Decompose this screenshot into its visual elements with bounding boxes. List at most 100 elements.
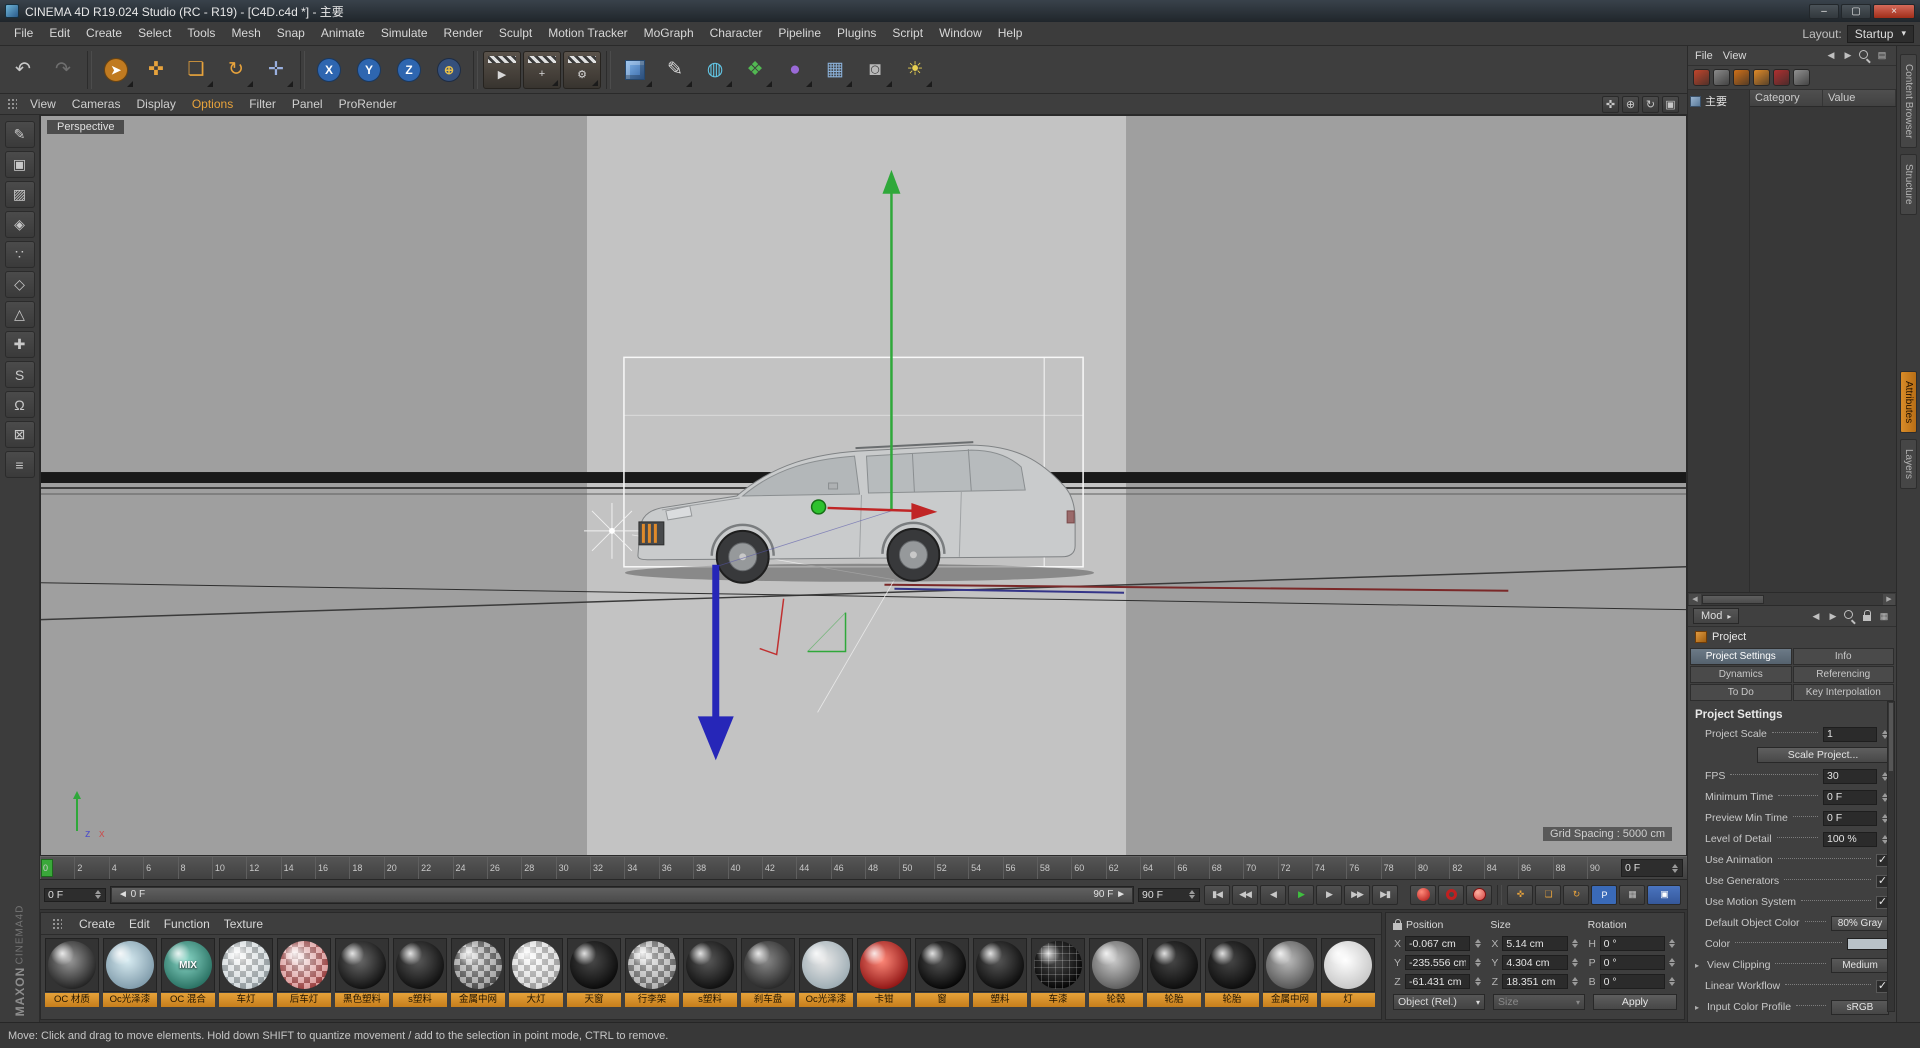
mode-dropdown[interactable]: Mod ▸ — [1693, 608, 1740, 624]
timeline-frame-6[interactable]: 6 — [143, 857, 177, 879]
stepper-icon[interactable] — [1668, 977, 1677, 986]
coord-field-size-x[interactable]: 5.14 cm — [1502, 936, 1568, 951]
viewport-menu-cameras[interactable]: Cameras — [64, 97, 129, 111]
viewport-canvas[interactable] — [41, 116, 1686, 855]
apply-button[interactable]: Apply — [1593, 994, 1677, 1010]
objects-icon[interactable] — [1693, 69, 1710, 86]
material-item[interactable]: 天窗 — [567, 938, 622, 1007]
timeline-frame-76[interactable]: 76 — [1346, 857, 1380, 879]
timeline-frame-52[interactable]: 52 — [933, 857, 968, 879]
stepper-icon[interactable] — [1571, 958, 1580, 967]
vertical-scrollbar[interactable] — [1887, 701, 1895, 1012]
enable-snap-button[interactable]: Ω — [4, 391, 35, 418]
coord-field-position-y[interactable]: -235.556 cm — [1405, 955, 1471, 970]
stepper-icon[interactable] — [1668, 958, 1677, 967]
material-item[interactable]: 灯 — [1321, 938, 1376, 1007]
timeline-frame-88[interactable]: 88 — [1552, 857, 1587, 879]
tags-icon[interactable] — [1713, 69, 1730, 86]
lock-icon[interactable] — [1860, 609, 1874, 623]
minimize-button[interactable]: – — [1809, 3, 1839, 19]
field-level-of-detail[interactable]: 100 % — [1823, 831, 1877, 847]
timeline-frame-42[interactable]: 42 — [761, 857, 796, 879]
next-key-button[interactable]: ▶▶ — [1344, 884, 1370, 905]
menu-item-character[interactable]: Character — [702, 22, 771, 45]
timeline-frame-56[interactable]: 56 — [1002, 857, 1037, 879]
timeline-frame-8[interactable]: 8 — [177, 857, 212, 879]
timeline-frame-18[interactable]: 18 — [349, 857, 383, 879]
coord-field-rotation-p[interactable]: 0 ° — [1599, 955, 1665, 970]
material-item[interactable]: 卡钳 — [857, 938, 912, 1007]
enable-axis-button[interactable]: ✚ — [4, 331, 35, 358]
panel-handle-icon[interactable] — [52, 917, 62, 930]
layout-grid-icon[interactable]: ▦ — [1877, 609, 1891, 623]
column-header-value[interactable]: Value — [1823, 90, 1896, 106]
view-menu[interactable]: View — [1723, 50, 1747, 62]
material-item[interactable]: 金属中网 — [451, 938, 506, 1007]
polygons-mode-button[interactable]: △ — [4, 301, 35, 328]
go-to-end-button[interactable]: ▶▮ — [1372, 884, 1398, 905]
viewport-maximize-icon[interactable]: ▣ — [1662, 95, 1679, 113]
stepper-icon[interactable] — [1473, 958, 1482, 967]
timeline-frame-30[interactable]: 30 — [555, 857, 590, 879]
material-item[interactable]: 后车灯 — [277, 938, 332, 1007]
timeline-frame-0[interactable]: 0 — [40, 857, 74, 879]
settings-icon[interactable] — [1793, 69, 1810, 86]
bookmarks-icon[interactable] — [1753, 69, 1770, 86]
lock-z-axis-button[interactable]: Z — [390, 51, 428, 89]
record-parameter-toggle[interactable]: P — [1591, 884, 1617, 905]
add-generator-button[interactable]: ❖ — [736, 51, 774, 89]
coord-field-size-y[interactable]: 4.304 cm — [1502, 955, 1568, 970]
record-scale-toggle[interactable]: ❏ — [1535, 884, 1561, 905]
timeline-frame-84[interactable]: 84 — [1483, 857, 1518, 879]
record-rotation-toggle[interactable]: ↻ — [1563, 884, 1589, 905]
stepper-icon[interactable] — [1668, 939, 1677, 948]
render-to-picture-viewer-button[interactable]: + — [523, 50, 561, 89]
material-item[interactable]: 行李架 — [625, 938, 680, 1007]
timeline-frame-78[interactable]: 78 — [1380, 857, 1415, 879]
maximize-button[interactable]: ▢ — [1841, 3, 1871, 19]
timeline-frame-86[interactable]: 86 — [1518, 857, 1552, 879]
material-menu-create[interactable]: Create — [79, 917, 115, 931]
add-spline-pen-button[interactable]: ✎ — [656, 51, 694, 89]
panel-handle-icon[interactable] — [7, 98, 17, 110]
render-settings-button[interactable]: ⚙ — [563, 50, 601, 89]
layout-dropdown[interactable]: Startup ▾ — [1846, 24, 1914, 43]
viewport-pan-icon[interactable]: ✜ — [1602, 95, 1619, 113]
coord-field-position-z[interactable]: -61.431 cm — [1405, 974, 1471, 989]
texture-mode-button[interactable]: ▨ — [4, 181, 35, 208]
timeline-frame-14[interactable]: 14 — [280, 857, 315, 879]
material-menu-texture[interactable]: Texture — [224, 917, 263, 931]
add-subdivision-surface-button[interactable]: ◍ — [696, 51, 734, 89]
viewport-menu-panel[interactable]: Panel — [284, 97, 331, 111]
edges-mode-button[interactable]: ◇ — [4, 271, 35, 298]
column-header-category[interactable]: Category — [1750, 90, 1823, 106]
dock-back-icon[interactable]: ◀ — [1824, 49, 1838, 63]
expander-icon[interactable]: ▸ — [1695, 1003, 1704, 1012]
timeline-frame-12[interactable]: 12 — [246, 857, 280, 879]
timeline-frame-24[interactable]: 24 — [452, 857, 487, 879]
keyframe-selection-button[interactable]: ▣ — [1647, 884, 1681, 905]
timeline-frame-40[interactable]: 40 — [727, 857, 762, 879]
dock-forward-icon[interactable]: ▶ — [1841, 49, 1855, 63]
render-view-button[interactable]: ▶ — [483, 50, 521, 89]
material-item[interactable]: 轮胎 — [1147, 938, 1202, 1007]
scale-tool[interactable]: ❏ — [177, 51, 215, 89]
coord-field-size-z[interactable]: 18.351 cm — [1502, 974, 1568, 989]
material-item[interactable]: Oc光泽漆 — [103, 938, 158, 1007]
timeline-frame-82[interactable]: 82 — [1449, 857, 1483, 879]
modeling-settings-button[interactable]: ≡ — [4, 451, 35, 478]
scene-tree-node[interactable]: 主要 — [1690, 93, 1747, 109]
rotate-tool[interactable]: ↻ — [217, 51, 255, 89]
tab-project-settings[interactable]: Project Settings — [1690, 648, 1792, 665]
stepper-icon[interactable] — [1473, 939, 1482, 948]
tab-info[interactable]: Info — [1792, 648, 1894, 665]
record-selected-button[interactable] — [1466, 884, 1492, 905]
record-pla-toggle[interactable]: ▦ — [1619, 884, 1645, 905]
timeline-frame-20[interactable]: 20 — [383, 857, 418, 879]
material-menu-edit[interactable]: Edit — [129, 917, 150, 931]
timeline-frame-32[interactable]: 32 — [590, 857, 624, 879]
material-item[interactable]: s塑料 — [683, 938, 738, 1007]
material-item[interactable]: 轮胎 — [1205, 938, 1260, 1007]
next-frame-button[interactable]: ▶ — [1316, 884, 1342, 905]
material-item[interactable]: 黑色塑料 — [335, 938, 390, 1007]
